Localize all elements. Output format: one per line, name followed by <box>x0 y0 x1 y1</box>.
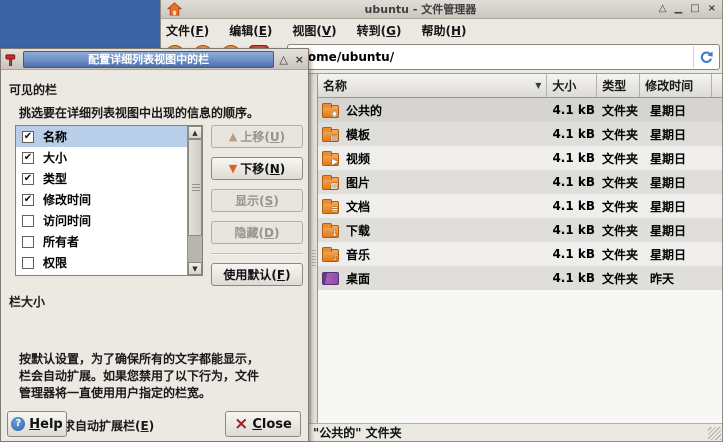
listbox-scrollbar[interactable]: ▲ ▼ <box>187 126 202 275</box>
tool-icon <box>5 53 18 66</box>
move-down-button[interactable]: ▼下移(N) <box>211 157 303 180</box>
close-button-dialog[interactable]: × Close <box>225 411 301 437</box>
menu-file[interactable]: 文件(F) <box>164 21 211 40</box>
scrollbar-thumb[interactable] <box>188 139 202 236</box>
help-icon: ? <box>11 417 25 431</box>
dialog-titlebar[interactable]: 配置详细列表视图中的栏 △ × <box>1 49 308 70</box>
shade-button[interactable]: △ <box>659 4 667 14</box>
location-path: /home/ubuntu/ <box>295 50 394 64</box>
checkbox-name[interactable]: ✔ <box>22 131 34 143</box>
folder-publicshare-icon: ◉ <box>322 105 339 118</box>
file-row-downloads[interactable]: ↓下载 4.1 kB 文件夹 星期日 <box>318 218 722 242</box>
column-header-modified[interactable]: 修改时间 <box>640 74 712 97</box>
columns-listbox: ✔名称 ✔大小 ✔类型 ✔修改时间 访问时间 所有者 权限 ▲ ▼ <box>15 125 203 276</box>
home-icon <box>167 2 182 16</box>
checkbox-permissions[interactable] <box>22 257 34 269</box>
checkbox-size[interactable]: ✔ <box>22 152 34 164</box>
folder-music-icon: ♪ <box>322 249 339 262</box>
scroll-up-icon[interactable]: ▲ <box>188 126 202 139</box>
scroll-down-icon[interactable]: ▼ <box>188 262 202 275</box>
maximize-button[interactable]: □ <box>690 4 699 14</box>
column-size-heading: 栏大小 <box>9 293 45 310</box>
column-item-permissions[interactable]: 权限 <box>16 252 187 273</box>
column-header-filler <box>712 74 722 97</box>
menu-view[interactable]: 视图(V) <box>290 21 338 40</box>
checkbox-modified[interactable]: ✔ <box>22 194 34 206</box>
show-button[interactable]: 显示(S) <box>211 189 303 212</box>
desktop: ubuntu - 文件管理器 △ ▁ □ × 文件(F) 编辑(E) 视图(V)… <box>0 0 723 442</box>
window-title: ubuntu - 文件管理器 <box>182 1 659 17</box>
column-item-name[interactable]: ✔名称 <box>16 126 187 147</box>
file-row-desktop[interactable]: 桌面 4.1 kB 文件夹 昨天 <box>318 266 722 290</box>
menu-help[interactable]: 帮助(H) <box>420 21 469 40</box>
dialog-close-button[interactable]: × <box>295 53 304 66</box>
folder-documents-icon: ≡ <box>322 201 339 214</box>
file-row-public[interactable]: ◉公共的 4.1 kB 文件夹 星期日 <box>318 98 722 122</box>
folder-videos-icon: ▶ <box>322 153 339 166</box>
splitter-grip-icon <box>312 250 316 266</box>
refresh-icon[interactable] <box>693 46 718 68</box>
file-row-videos[interactable]: ▶视频 4.1 kB 文件夹 星期日 <box>318 146 722 170</box>
menu-go[interactable]: 转到(G) <box>355 21 404 40</box>
dialog-title: 配置详细列表视图中的栏 <box>23 51 274 68</box>
menu-edit[interactable]: 编辑(E) <box>227 21 274 40</box>
desktop-icon <box>322 272 339 285</box>
minimize-button[interactable]: ▁ <box>674 4 682 14</box>
status-text: "公共的" 文件夹 <box>313 424 402 441</box>
checkbox-type[interactable]: ✔ <box>22 173 34 185</box>
thumb-grip-icon <box>192 184 200 191</box>
column-item-type[interactable]: ✔类型 <box>16 168 187 189</box>
help-button[interactable]: ? Help <box>7 411 67 437</box>
file-row-templates[interactable]: ▤模板 4.1 kB 文件夹 星期日 <box>318 122 722 146</box>
hide-button[interactable]: 隐藏(D) <box>211 221 303 244</box>
down-arrow-icon: ▼ <box>229 163 237 174</box>
file-row-documents[interactable]: ≡文档 4.1 kB 文件夹 星期日 <box>318 194 722 218</box>
list-header: 名称 ▼ 大小 类型 修改时间 <box>318 74 722 98</box>
sort-descending-icon: ▼ <box>535 81 541 90</box>
column-config-dialog: 配置详细列表视图中的栏 △ × 可见的栏 挑选要在详细列表视图中出现的信息的顺序… <box>0 48 309 442</box>
use-default-button[interactable]: 使用默认(F) <box>211 263 303 286</box>
column-size-description: 按默认设置，为了确保所有的文字都能显示， 栏会自动扩展。如果您禁用了以下行为，文… <box>19 351 259 402</box>
menubar: 文件(F) 编辑(E) 视图(V) 转到(G) 帮助(H) <box>161 19 722 41</box>
column-item-modified[interactable]: ✔修改时间 <box>16 189 187 210</box>
dialog-shade-button[interactable]: △ <box>279 53 287 66</box>
up-arrow-icon: ▲ <box>229 131 237 142</box>
file-row-pictures[interactable]: ▩图片 4.1 kB 文件夹 星期日 <box>318 170 722 194</box>
column-header-name[interactable]: 名称 ▼ <box>318 74 547 97</box>
button-separator <box>211 253 303 255</box>
column-item-size[interactable]: ✔大小 <box>16 147 187 168</box>
pane-splitter[interactable] <box>310 74 318 423</box>
move-up-button[interactable]: ▲上移(U) <box>211 125 303 148</box>
checkbox-owner[interactable] <box>22 236 34 248</box>
close-button[interactable]: × <box>708 4 716 14</box>
checkbox-accessed[interactable] <box>22 215 34 227</box>
main-titlebar[interactable]: ubuntu - 文件管理器 △ ▁ □ × <box>161 0 722 19</box>
folder-pictures-icon: ▩ <box>322 177 339 190</box>
file-list: 名称 ▼ 大小 类型 修改时间 ◉公共的 4.1 kB 文件夹 星期日 ▤模板 <box>318 74 722 423</box>
column-header-size[interactable]: 大小 <box>547 74 597 97</box>
column-header-type[interactable]: 类型 <box>597 74 640 97</box>
column-item-accessed[interactable]: 访问时间 <box>16 210 187 231</box>
instruction-text: 挑选要在详细列表视图中出现的信息的顺序。 <box>19 104 259 121</box>
resize-grip[interactable] <box>708 427 721 440</box>
folder-templates-icon: ▤ <box>322 129 339 142</box>
location-bar-input[interactable]: /home/ubuntu/ <box>287 44 720 70</box>
close-x-icon: × <box>234 417 248 431</box>
file-row-music[interactable]: ♪音乐 4.1 kB 文件夹 星期日 <box>318 242 722 266</box>
column-item-owner[interactable]: 所有者 <box>16 231 187 252</box>
folder-downloads-icon: ↓ <box>322 225 339 238</box>
visible-columns-heading: 可见的栏 <box>9 81 57 98</box>
